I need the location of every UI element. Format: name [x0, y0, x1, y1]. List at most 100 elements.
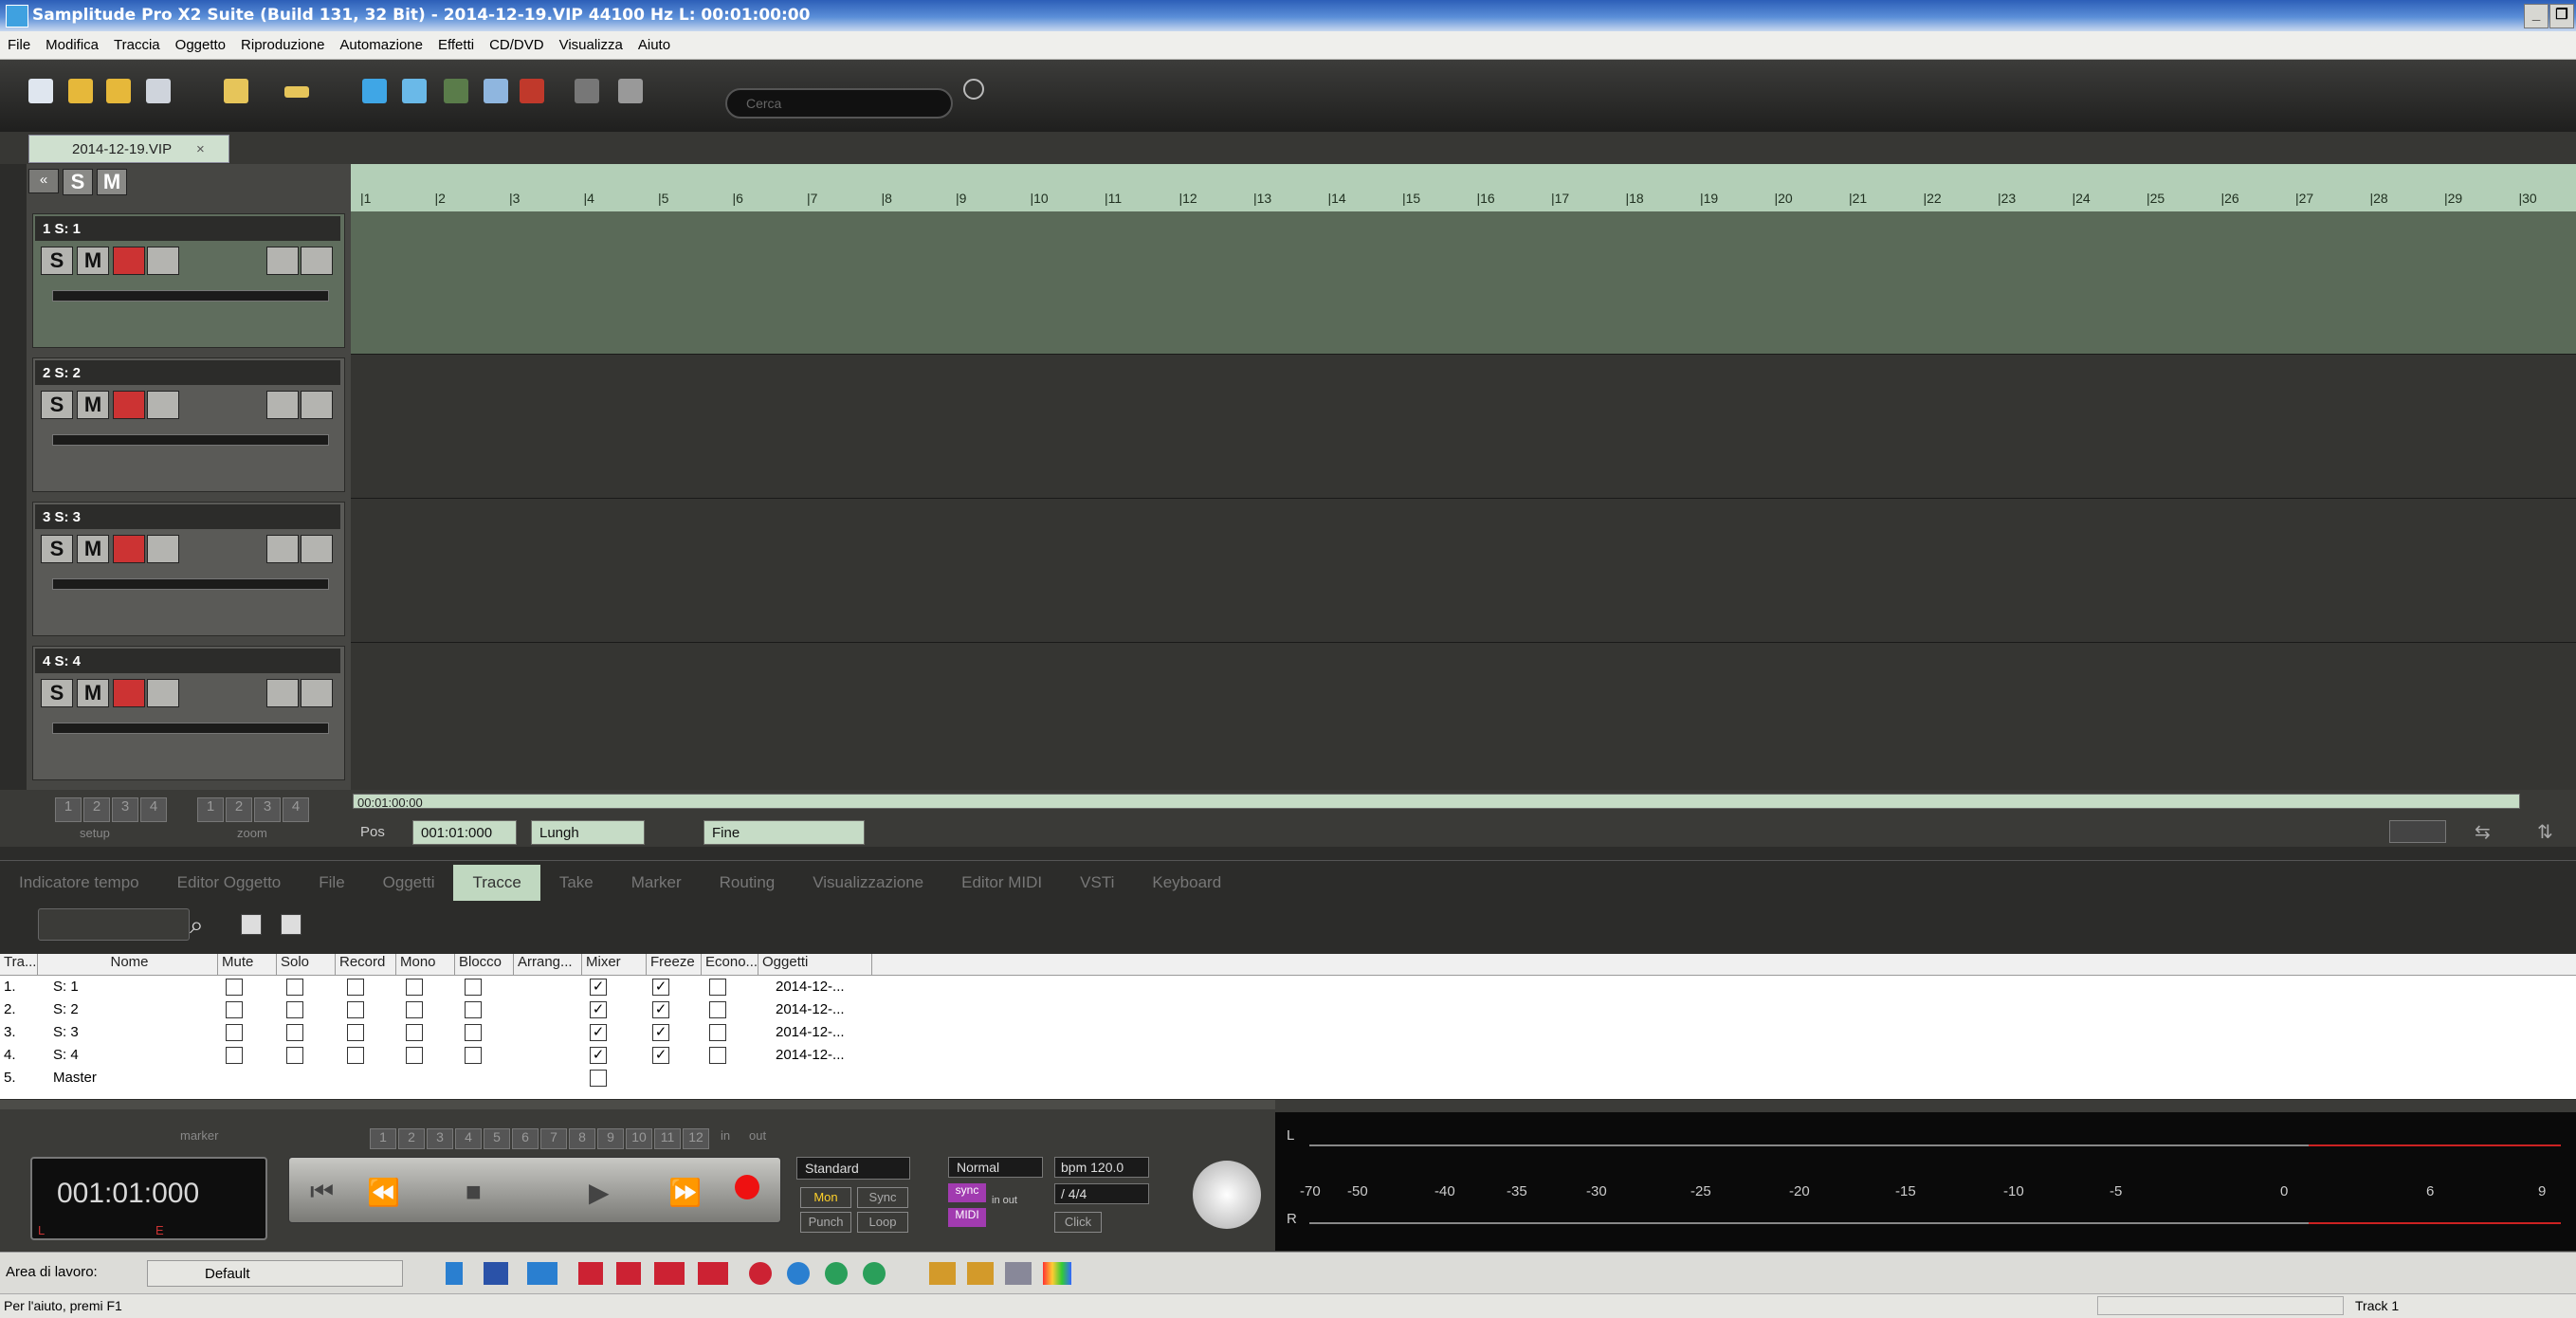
open-recent-icon[interactable] — [106, 79, 131, 103]
loop-range-icon[interactable] — [698, 1262, 728, 1285]
loop-button[interactable]: Loop — [857, 1212, 908, 1233]
solo-button[interactable]: S — [41, 535, 73, 563]
magnet-icon[interactable] — [520, 79, 544, 103]
tab-keyboard[interactable]: Keyboard — [1133, 865, 1240, 901]
track-name[interactable]: 4 S: 4 — [35, 649, 340, 673]
marker-slot[interactable]: 4 — [455, 1128, 482, 1149]
record-arm-icon[interactable] — [113, 391, 145, 419]
marker-slot[interactable]: 2 — [398, 1128, 425, 1149]
marker-slot[interactable]: 11 — [654, 1128, 681, 1149]
checkbox[interactable] — [406, 1047, 423, 1064]
lock-icon[interactable] — [266, 679, 299, 707]
close-tab-icon[interactable]: × — [196, 141, 205, 157]
marker-prev-icon[interactable] — [578, 1262, 603, 1285]
track-header-1[interactable]: 1 S: 1 SM — [32, 213, 345, 348]
marker-slot[interactable]: 9 — [597, 1128, 624, 1149]
checkbox[interactable] — [286, 1024, 303, 1041]
jog-wheel[interactable] — [1193, 1161, 1261, 1229]
cut-object-icon[interactable] — [362, 79, 387, 103]
column-header[interactable]: Freeze — [647, 954, 702, 975]
fx2-icon[interactable] — [967, 1262, 994, 1285]
menu-item-modifica[interactable]: Modifica — [38, 31, 106, 60]
setup-slot[interactable]: 2 — [83, 797, 110, 822]
table-row[interactable]: 5. Master — [0, 1068, 2576, 1089]
record-arm-icon[interactable] — [113, 679, 145, 707]
column-header[interactable]: Arrang... — [514, 954, 582, 975]
marker-slot[interactable]: 3 — [427, 1128, 453, 1149]
econo-checkbox[interactable] — [709, 979, 726, 996]
volume-fader[interactable] — [52, 434, 329, 446]
tab-take[interactable]: Take — [540, 865, 612, 901]
checkbox[interactable] — [286, 979, 303, 996]
menu-item-visualizza[interactable]: Visualizza — [552, 31, 630, 60]
menu-item-cddvd[interactable]: CD/DVD — [482, 31, 552, 60]
menu-item-riproduzione[interactable]: Riproduzione — [233, 31, 332, 60]
marker-slot[interactable]: 8 — [569, 1128, 595, 1149]
global-solo-button[interactable]: S — [63, 169, 93, 195]
save-icon[interactable] — [146, 79, 171, 103]
workspace-select[interactable]: Default — [147, 1260, 403, 1287]
volume-fader[interactable] — [52, 578, 329, 590]
tab-vsti[interactable]: VSTi — [1061, 865, 1133, 901]
table-row[interactable]: 3. S: 3 ✓ ✓ 2014-12-... — [0, 1022, 2576, 1043]
marker-slot[interactable]: 6 — [512, 1128, 539, 1149]
track-lane-3[interactable] — [351, 498, 2576, 643]
checkbox[interactable] — [465, 1047, 482, 1064]
menu-item-aiuto[interactable]: Aiuto — [630, 31, 678, 60]
record-icon[interactable] — [735, 1175, 759, 1199]
checkbox[interactable] — [226, 979, 243, 996]
marker-slot[interactable]: 10 — [626, 1128, 652, 1149]
menu-item-traccia[interactable]: Traccia — [106, 31, 168, 60]
mixer-checkbox[interactable]: ✓ — [590, 1024, 607, 1041]
mixer-checkbox[interactable]: ✓ — [590, 1047, 607, 1064]
transport-mode-select[interactable]: Standard — [796, 1157, 910, 1180]
arrange-area[interactable] — [351, 211, 2576, 791]
spectrum-icon[interactable] — [1043, 1262, 1071, 1285]
track-name[interactable]: 1 S: 1 — [35, 216, 340, 241]
split-icon[interactable] — [402, 79, 427, 103]
pos-field[interactable]: 001:01:000 — [412, 820, 517, 845]
freeze-icon[interactable] — [301, 391, 333, 419]
checkbox[interactable] — [465, 1024, 482, 1041]
edit-tool-icon[interactable] — [224, 79, 248, 103]
stop-icon[interactable]: ■ — [466, 1177, 482, 1207]
freeze-checkbox[interactable]: ✓ — [652, 979, 669, 996]
marker-next-icon[interactable] — [616, 1262, 641, 1285]
track-name[interactable]: 2 S: 2 — [35, 360, 340, 385]
tab-visualizzazione[interactable]: Visualizzazione — [794, 865, 942, 901]
mixer-checkbox[interactable] — [590, 1070, 607, 1087]
project-tab[interactable]: 2014-12-19.VIP × — [28, 135, 229, 163]
tab-routing[interactable]: Routing — [701, 865, 795, 901]
mon-button[interactable]: Mon — [800, 1187, 851, 1208]
range-tool-icon[interactable] — [284, 86, 309, 98]
mute-button[interactable]: M — [77, 535, 109, 563]
setup-slot[interactable]: 1 — [55, 797, 82, 822]
undo-icon[interactable] — [575, 79, 599, 103]
checkbox[interactable] — [347, 1024, 364, 1041]
open-folder-icon[interactable] — [68, 79, 93, 103]
tab-oggetti[interactable]: Oggetti — [364, 865, 454, 901]
track-lane-1[interactable] — [351, 211, 2576, 355]
sync-button[interactable]: Sync — [857, 1187, 908, 1208]
setup-slot[interactable]: 4 — [140, 797, 167, 822]
zoom-slot[interactable]: 2 — [226, 797, 252, 822]
tab-tracce[interactable]: Tracce — [453, 865, 540, 901]
vertical-zoom-icon[interactable]: ⇅ — [2537, 820, 2553, 844]
tab-file[interactable]: File — [300, 865, 363, 901]
go-to-start-icon[interactable]: ⏮ — [310, 1177, 334, 1208]
zoom-slot[interactable]: 1 — [197, 797, 224, 822]
keyboard-icon[interactable] — [484, 1262, 508, 1285]
column-header[interactable]: Mute — [218, 954, 277, 975]
column-header[interactable]: Nome — [38, 954, 218, 975]
monitor-icon[interactable] — [147, 679, 179, 707]
range-icon[interactable] — [654, 1262, 685, 1285]
column-header[interactable]: Oggetti — [758, 954, 872, 975]
mixer-checkbox[interactable]: ✓ — [590, 1001, 607, 1018]
checkbox[interactable] — [226, 1024, 243, 1041]
freeze-checkbox[interactable]: ✓ — [652, 1024, 669, 1041]
normal-select[interactable]: Normal — [948, 1157, 1043, 1178]
minimize-button[interactable]: _ — [2524, 4, 2549, 28]
menu-item-oggetto[interactable]: Oggetto — [168, 31, 233, 60]
view-icon[interactable] — [527, 1262, 557, 1285]
checkbox[interactable] — [286, 1047, 303, 1064]
